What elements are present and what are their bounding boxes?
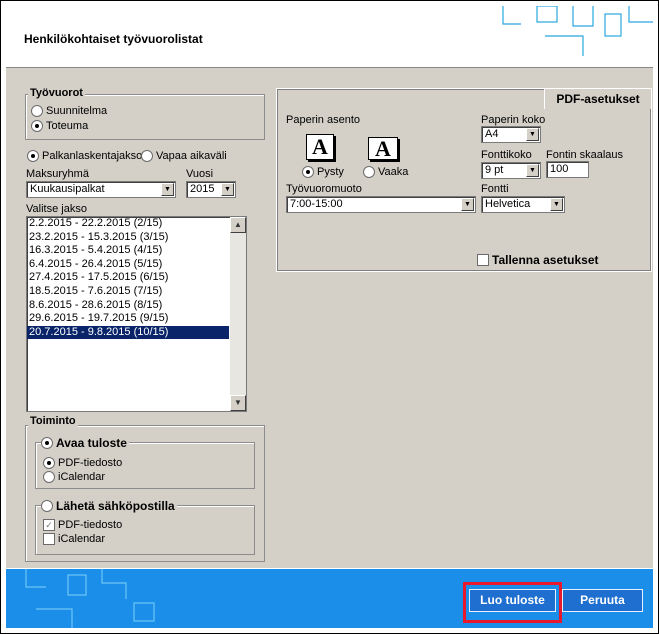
list-item[interactable]: 8.6.2015 - 28.6.2015 (8/15) — [27, 299, 229, 313]
vuosi-label: Vuosi — [186, 168, 214, 180]
chevron-down-icon[interactable]: ▼ — [221, 183, 234, 196]
footer: Luo tuloste Peruuta — [6, 569, 653, 628]
header-decoration — [502, 6, 653, 56]
paperin-koko-select[interactable]: A4 ▼ — [481, 126, 541, 143]
radio-toteuma[interactable]: Toteuma — [31, 120, 89, 133]
fontti-select[interactable]: Helvetica ▼ — [481, 196, 565, 213]
scroll-up-icon[interactable]: ▲ — [230, 217, 246, 233]
radio-avaa-tuloste[interactable]: Avaa tuloste — [41, 436, 129, 450]
radio-avaa-ical[interactable]: iCalendar — [43, 471, 106, 484]
landscape-page-icon: A — [368, 137, 398, 160]
list-item[interactable]: 29.6.2015 - 19.7.2015 (9/15) — [27, 312, 229, 326]
paperin-koko-value: A4 — [485, 128, 499, 140]
radio-vaaka-button[interactable] — [363, 166, 375, 179]
radio-pysty-button[interactable] — [302, 166, 314, 179]
footer-decoration — [25, 569, 155, 628]
laheta-label: Lähetä sähköpostilla — [56, 499, 175, 513]
toiminto-legend: Toiminto — [28, 415, 78, 427]
radio-palkanlaskentajakso-label: Palkanlaskentajakso — [42, 150, 143, 163]
radio-avaa-pdf[interactable]: PDF-tiedosto — [43, 457, 123, 470]
fonttikoko-select[interactable]: 9 pt ▼ — [481, 162, 541, 179]
checkbox-laheta-ical[interactable]: iCalendar — [43, 533, 106, 546]
fontin-skaalaus-label: Fontin skaalaus — [546, 149, 624, 161]
main-panel: Työvuorot Suunnitelma Toteuma Palkanlask… — [6, 68, 653, 568]
radio-toteuma-label: Toteuma — [46, 120, 89, 133]
paperin-koko-label: Paperin koko — [481, 114, 546, 126]
tyovuoromuoto-value: 7:00-15:00 — [290, 198, 343, 210]
fontti-value: Helvetica — [485, 198, 531, 210]
chevron-down-icon[interactable]: ▼ — [161, 183, 174, 196]
radio-avaa-ical-button[interactable] — [43, 471, 55, 484]
vuosi-select[interactable]: 2015 ▼ — [186, 181, 236, 198]
list-item[interactable]: 23.2.2015 - 15.3.2015 (3/15) — [27, 231, 229, 245]
avaa-ical-label: iCalendar — [58, 471, 106, 484]
fonttikoko-label: Fonttikoko — [481, 149, 532, 161]
laheta-ical-label: iCalendar — [58, 533, 106, 546]
checkbox-empty-icon[interactable] — [43, 533, 55, 546]
list-item[interactable]: 16.3.2015 - 5.4.2015 (4/15) — [27, 244, 229, 258]
fontti-label: Fontti — [481, 183, 509, 195]
list-item[interactable]: 6.4.2015 - 26.4.2015 (5/15) — [27, 258, 229, 272]
jakso-listbox[interactable]: 2.2.2015 - 22.2.2015 (2/15) 23.2.2015 - … — [26, 216, 247, 412]
avaa-pdf-label: PDF-tiedosto — [58, 457, 123, 470]
maksuryhma-label: Maksuryhmä — [26, 168, 89, 180]
radio-avaa-pdf-button[interactable] — [43, 457, 55, 470]
radio-vapaa-aikavali[interactable]: Vapaa aikaväli — [141, 150, 227, 163]
avaa-tuloste-label: Avaa tuloste — [56, 436, 127, 450]
radio-toteuma-button[interactable] — [31, 120, 43, 133]
checkbox-empty-icon[interactable] — [477, 254, 489, 266]
radio-vapaa-aikavali-button[interactable] — [141, 150, 153, 163]
create-button[interactable]: Luo tuloste — [469, 589, 556, 612]
list-item[interactable]: 2.2.2015 - 22.2.2015 (2/15) — [27, 217, 229, 231]
listbox-scrollbar[interactable]: ▲ ▼ — [230, 217, 246, 411]
radio-suunnitelma-button[interactable] — [31, 105, 43, 118]
scroll-down-icon[interactable]: ▼ — [230, 395, 246, 411]
chevron-down-icon[interactable]: ▼ — [526, 164, 539, 177]
vaaka-label: Vaaka — [378, 166, 409, 179]
cancel-button[interactable]: Peruuta — [562, 589, 643, 612]
fonttikoko-value: 9 pt — [485, 164, 504, 176]
tyovuorot-legend: Työvuorot — [28, 87, 85, 99]
radio-avaa-tuloste-button[interactable] — [41, 437, 53, 449]
laheta-pdf-label: PDF-tiedosto — [58, 519, 123, 532]
checkbox-laheta-pdf[interactable]: ✓ PDF-tiedosto — [43, 519, 123, 532]
tallenna-label: Tallenna asetukset — [492, 253, 599, 267]
radio-suunnitelma-label: Suunnitelma — [46, 105, 108, 118]
radio-palkanlaskentajakso-button[interactable] — [27, 150, 39, 163]
jakso-label: Valitse jakso — [26, 203, 87, 215]
radio-laheta-sahkopostilla[interactable]: Lähetä sähköpostilla — [41, 499, 177, 513]
maksuryhma-select[interactable]: Kuukausipalkat ▼ — [26, 181, 176, 198]
maksuryhma-value: Kuukausipalkat — [30, 183, 105, 195]
radio-palkanlaskentajakso[interactable]: Palkanlaskentajakso — [27, 150, 143, 163]
paperin-asento-label: Paperin asento — [286, 114, 360, 126]
pysty-label: Pysty — [317, 166, 344, 179]
radio-suunnitelma[interactable]: Suunnitelma — [31, 105, 108, 118]
tab-pdf-asetukset[interactable]: PDF-asetukset — [544, 88, 652, 109]
radio-laheta-button[interactable] — [41, 500, 53, 512]
fontin-skaalaus-value: 100 — [550, 163, 569, 175]
radio-vapaa-aikavali-label: Vapaa aikaväli — [156, 150, 227, 163]
list-item[interactable]: 27.4.2015 - 17.5.2015 (6/15) — [27, 271, 229, 285]
fontin-skaalaus-input[interactable]: 100 — [546, 161, 589, 178]
tyovuoromuoto-label: Työvuoromuoto — [286, 183, 362, 195]
list-item[interactable]: 18.5.2015 - 7.6.2015 (7/15) — [27, 285, 229, 299]
radio-vaaka[interactable]: Vaaka — [363, 166, 409, 179]
list-item-selected[interactable]: 20.7.2015 - 9.8.2015 (10/15) — [27, 325, 229, 340]
page-title: Henkilökohtaiset työvuorolistat — [24, 32, 203, 46]
vuosi-value: 2015 — [190, 183, 215, 195]
header: Henkilökohtaiset työvuorolistat — [6, 6, 653, 68]
radio-pysty[interactable]: Pysty — [302, 166, 344, 179]
check-icon[interactable]: ✓ — [43, 519, 55, 532]
chevron-down-icon[interactable]: ▼ — [461, 198, 474, 211]
chevron-down-icon[interactable]: ▼ — [526, 128, 539, 141]
tyovuoromuoto-select[interactable]: 7:00-15:00 ▼ — [286, 196, 476, 213]
chevron-down-icon[interactable]: ▼ — [550, 198, 563, 211]
tallenna-asetukset-checkbox[interactable]: Tallenna asetukset — [477, 253, 599, 267]
portrait-page-icon: A — [306, 134, 334, 160]
